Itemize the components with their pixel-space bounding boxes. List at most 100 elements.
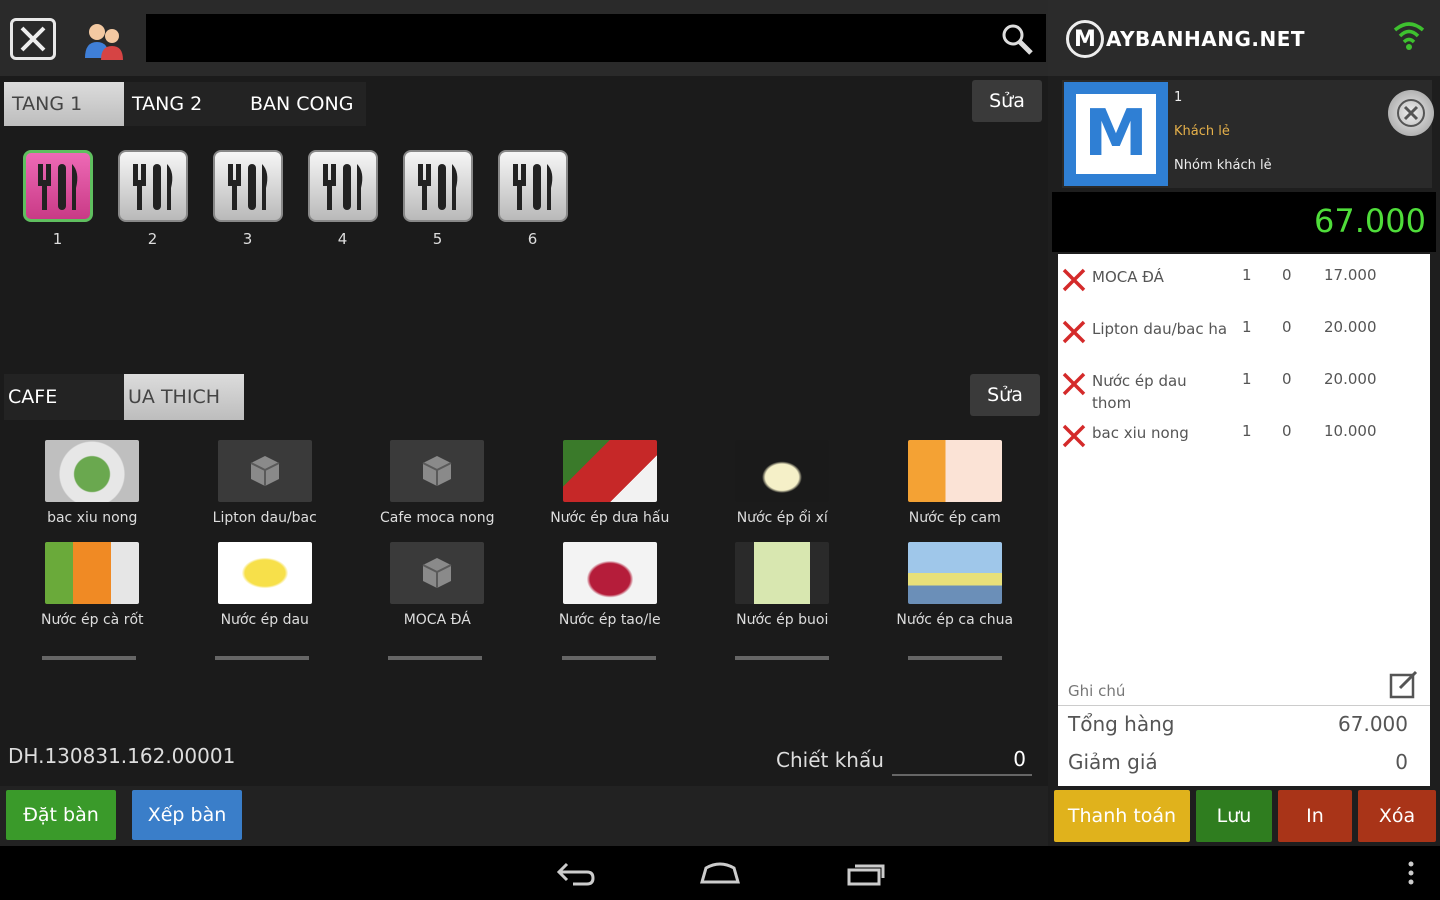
customers-button[interactable] — [80, 18, 128, 62]
product-item[interactable]: Nước ép cam — [869, 440, 1042, 526]
table-number: 1 — [52, 230, 63, 248]
home-button[interactable] — [695, 858, 745, 888]
edit-floors-button[interactable]: Sửa — [972, 80, 1042, 122]
customer-card[interactable]: M 1 Khách lẻ Nhóm khách lẻ — [1062, 80, 1434, 188]
product-grid: bac xiu nong Lipton dau/bac Cafe moca no… — [6, 440, 1041, 628]
reserve-table-button[interactable]: Đặt bàn — [6, 790, 116, 840]
subtotal-row: Tổng hàng 67.000 — [1058, 708, 1430, 744]
discount-input[interactable] — [892, 744, 1032, 776]
note-row[interactable]: Ghi chú — [1058, 664, 1430, 706]
table-icon — [117, 150, 188, 222]
product-item[interactable]: Nước ép dau — [179, 542, 352, 628]
save-button[interactable]: Lưu — [1196, 790, 1272, 842]
tab-balcony[interactable]: BAN CONG — [236, 82, 366, 126]
product-image — [217, 440, 312, 502]
line-qty: 1 — [1242, 370, 1252, 388]
table-icon — [402, 150, 473, 222]
subtotal-label: Tổng hàng — [1068, 712, 1175, 736]
table-item[interactable]: 2 — [105, 150, 200, 248]
print-button[interactable]: In — [1278, 790, 1352, 842]
discount-row: Giảm giá 0 — [1058, 746, 1430, 782]
product-item[interactable]: MOCA ĐÁ — [351, 542, 524, 628]
product-image — [390, 440, 485, 502]
search-button[interactable] — [998, 20, 1036, 58]
remove-icon[interactable] — [1060, 266, 1088, 294]
fork-knife-icon — [417, 164, 457, 210]
back-button[interactable] — [550, 858, 600, 888]
line-discount: 0 — [1282, 422, 1292, 440]
edit-categories-button[interactable]: Sửa — [970, 374, 1040, 416]
logo-letter: M — [1076, 94, 1156, 174]
pos-screen: M AYBANHANG.NET TANG 1 TANG 2 BAN CONG S… — [0, 0, 1440, 900]
table-icon — [307, 150, 378, 222]
brand-text: AYBANHANG.NET — [1106, 27, 1306, 51]
search-icon — [1002, 24, 1033, 55]
home-icon — [700, 862, 740, 884]
table-number: 6 — [527, 230, 538, 248]
product-image — [907, 542, 1002, 604]
line-price: 20.000 — [1324, 370, 1377, 388]
line-discount: 0 — [1282, 370, 1292, 388]
product-name: Nước ép ổi xí — [736, 510, 828, 526]
back-icon — [556, 862, 595, 886]
tab-favorites[interactable]: UA THICH — [124, 374, 244, 420]
line-qty: 1 — [1242, 422, 1252, 440]
close-app-button[interactable] — [10, 18, 56, 60]
system-nav-bar — [0, 846, 1440, 900]
product-item[interactable]: Nước ép dưa hấu — [524, 440, 697, 526]
clear-customer-button[interactable] — [1388, 90, 1434, 136]
product-name: Nước ép dưa hấu — [550, 510, 670, 526]
product-item[interactable]: bac xiu nong — [6, 440, 179, 526]
order-line[interactable]: Lipton dau/bac ha 1 0 20.000 — [1058, 306, 1430, 356]
product-name: Nước ép buoi — [736, 612, 829, 628]
product-row-hint — [388, 656, 482, 660]
product-name: Nước ép ca chua — [896, 612, 1014, 628]
product-image — [390, 542, 485, 604]
product-name: Nước ép dau — [220, 612, 309, 628]
total-display: 67.000 — [1052, 192, 1436, 252]
remove-icon[interactable] — [1060, 422, 1088, 450]
table-item[interactable]: 1 — [10, 150, 105, 248]
order-line[interactable]: MOCA ĐÁ 1 0 17.000 — [1058, 254, 1430, 304]
fork-knife-icon — [227, 164, 267, 210]
order-actions: Thanh toán Lưu In Xóa — [1052, 790, 1440, 842]
table-item[interactable]: 5 — [390, 150, 485, 248]
arrange-table-button[interactable]: Xếp bàn — [132, 790, 242, 840]
order-list: MOCA ĐÁ 1 0 17.000 Lipton dau/bac ha 1 0… — [1058, 254, 1430, 786]
product-item[interactable]: Nước ép ca chua — [869, 542, 1042, 628]
table-number: 2 — [147, 230, 158, 248]
order-line[interactable]: Nước ép dau thom 1 0 20.000 — [1058, 358, 1430, 412]
edit-note-icon[interactable] — [1388, 668, 1420, 700]
tab-floor-1[interactable]: TANG 1 — [4, 82, 124, 126]
tab-cafe[interactable]: CAFE — [4, 374, 124, 420]
product-item[interactable]: Nước ép buoi — [696, 542, 869, 628]
recent-apps-button[interactable] — [840, 858, 890, 888]
product-item[interactable]: Nước ép ổi xí — [696, 440, 869, 526]
fork-knife-icon — [132, 164, 172, 210]
order-line[interactable]: bac xiu nong 1 0 10.000 — [1058, 410, 1430, 460]
product-name: Nước ép cà rốt — [40, 612, 144, 628]
category-tabs: CAFE UA THICH — [4, 374, 244, 420]
table-item[interactable]: 6 — [485, 150, 580, 248]
product-item[interactable]: Nước ép tao/le — [524, 542, 697, 628]
product-item[interactable]: Lipton dau/bac — [179, 440, 352, 526]
product-image — [907, 440, 1002, 502]
table-item[interactable]: 4 — [295, 150, 390, 248]
users-icon — [85, 24, 123, 60]
table-item[interactable]: 3 — [200, 150, 295, 248]
discount-summary-value: 0 — [1395, 750, 1408, 774]
product-item[interactable]: Nước ép cà rốt — [6, 542, 179, 628]
tab-floor-2[interactable]: TANG 2 — [124, 82, 236, 126]
search-input[interactable] — [146, 14, 986, 62]
product-image — [562, 542, 657, 604]
subtotal-value: 67.000 — [1338, 712, 1408, 736]
remove-icon[interactable] — [1060, 370, 1088, 398]
floor-tabs: TANG 1 TANG 2 BAN CONG — [4, 82, 366, 126]
overflow-menu-button[interactable] — [1388, 858, 1434, 888]
discount-label: Chiết khấu — [776, 748, 884, 772]
product-image — [562, 440, 657, 502]
remove-icon[interactable] — [1060, 318, 1088, 346]
delete-button[interactable]: Xóa — [1358, 790, 1436, 842]
pay-button[interactable]: Thanh toán — [1054, 790, 1190, 842]
product-item[interactable]: Cafe moca nong — [351, 440, 524, 526]
